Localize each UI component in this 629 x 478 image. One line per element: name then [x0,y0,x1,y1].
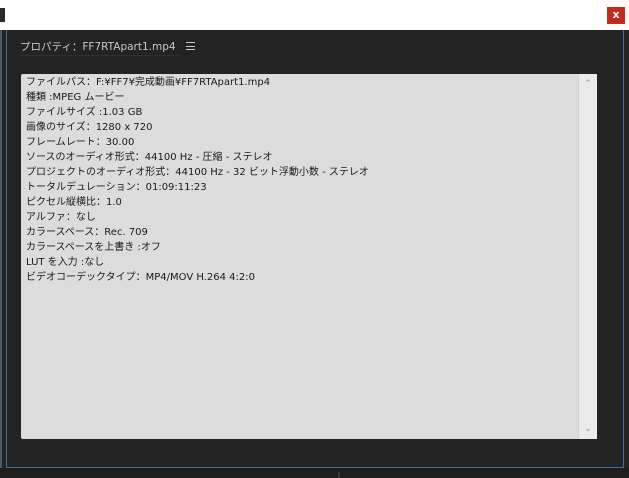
close-button[interactable]: x [607,7,625,24]
titlebar-edge-mark [0,8,5,22]
property-line: ピクセル縦横比：1.0 [26,197,122,208]
property-line: ビデオコーデックタイプ：MP4/MOV H.264 4:2:0 [26,272,255,283]
panel-title: プロパティ：FF7RTApart1.mp4 [20,40,176,53]
hamburger-menu-icon[interactable] [185,42,195,50]
window-titlebar[interactable]: x [0,0,629,30]
property-line: カラースペース：Rec. 709 [26,227,148,238]
property-line: ファイルサイズ :1.03 GB [26,107,143,118]
vertical-scrollbar[interactable]: ⌃ ⌄ [578,74,597,439]
tab-underline [20,55,180,56]
chevron-down-icon[interactable]: ⌄ [579,421,597,437]
property-line: プロジェクトのオーディオ形式：44100 Hz - 32 ビット浮動小数 - ス… [26,167,369,178]
property-line: カラースペースを上書き :オフ [26,242,161,253]
properties-content: ファイルパス：F:¥FF7¥完成動画¥FF7RTApart1.mp4 種類 :MP… [21,74,597,439]
property-line: アルファ：なし [26,212,96,223]
property-line: LUT を入力 :なし [26,257,105,268]
properties-window: x プロパティ：FF7RTApart1.mp4 ファイルパス：F:¥FF7¥完成… [0,0,629,478]
property-line: ファイルパス：F:¥FF7¥完成動画¥FF7RTApart1.mp4 [26,77,271,88]
property-line: 種類 :MPEG ムービー [26,92,125,103]
properties-text-area[interactable]: ファイルパス：F:¥FF7¥完成動画¥FF7RTApart1.mp4 種類 :MP… [26,74,574,440]
property-line: 画像のサイズ：1280 x 720 [26,122,153,133]
chevron-up-icon[interactable]: ⌃ [579,76,597,92]
bottom-strip [0,468,629,478]
property-line: ソースのオーディオ形式：44100 Hz - 圧縮 - ステレオ [26,152,273,163]
property-line: トータルデュレーション：01:09:11:23 [26,182,207,193]
left-edge-accent [0,30,2,478]
property-line: フレームレート：30.00 [26,137,135,148]
panel-tab[interactable]: プロパティ：FF7RTApart1.mp4 [20,38,195,54]
bottom-divider-tick [338,472,340,478]
